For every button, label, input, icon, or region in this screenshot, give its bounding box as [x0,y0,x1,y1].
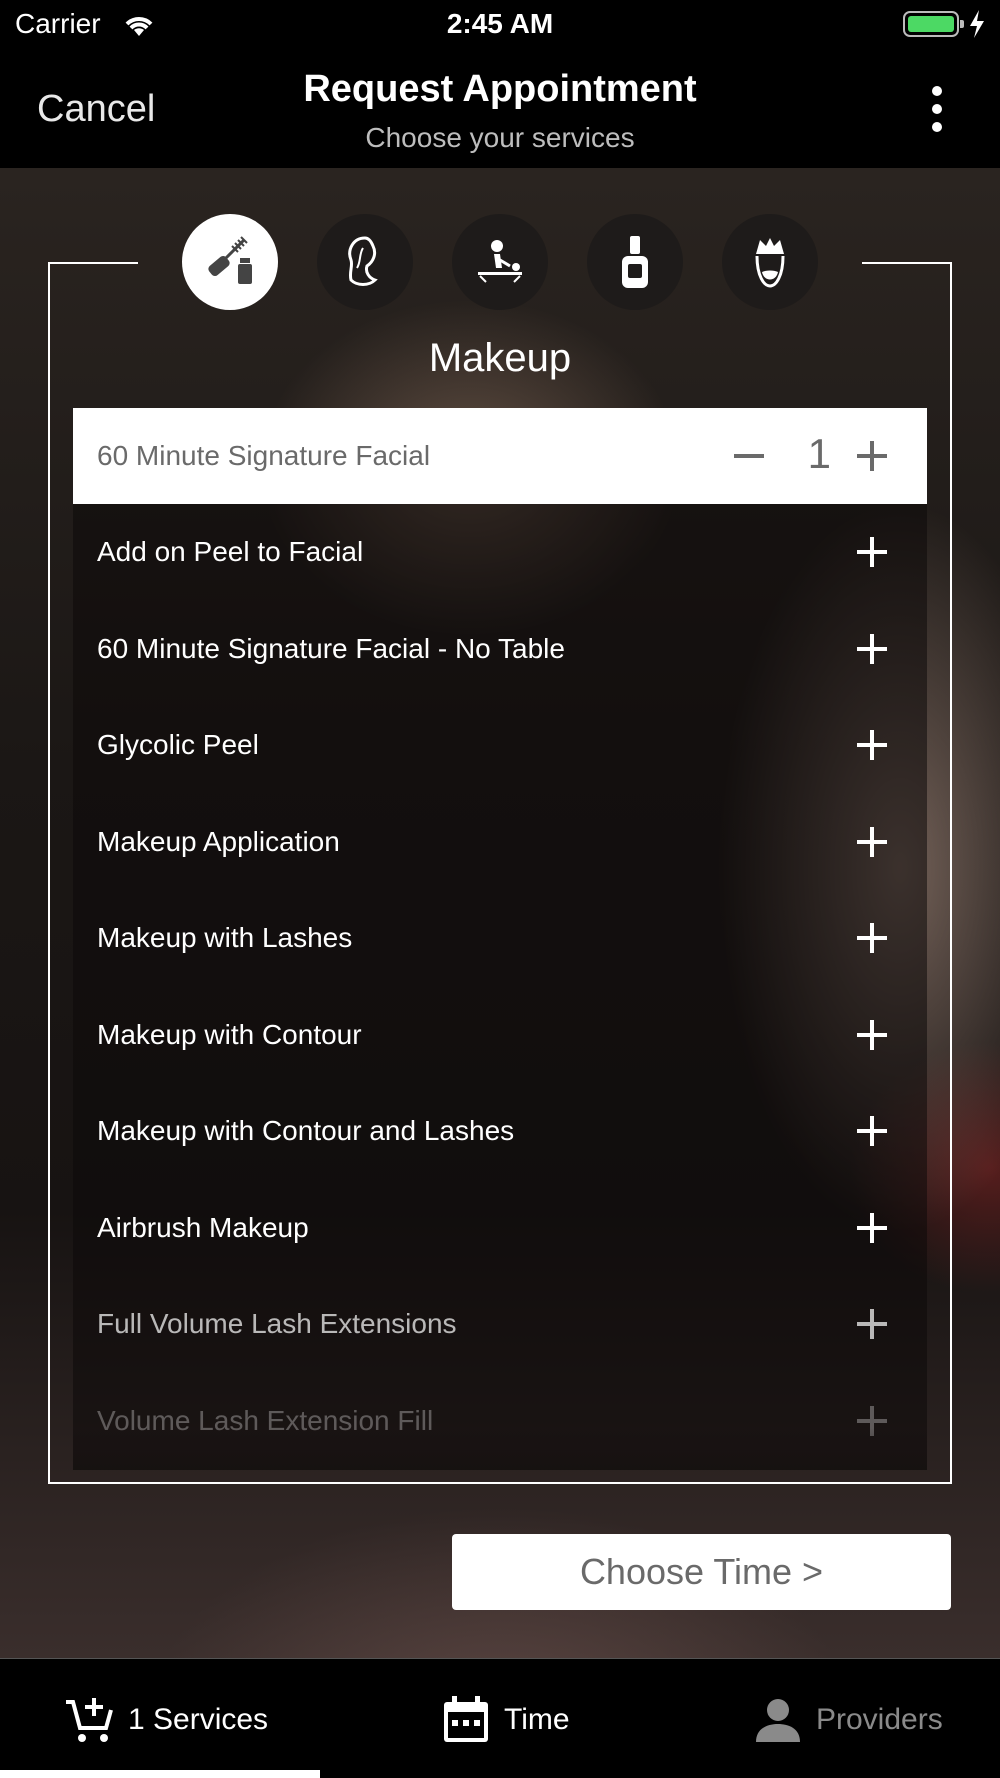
barber-icon [755,238,785,288]
tab-services-label: 1 Services [128,1703,269,1736]
massage-icon [478,240,522,283]
more-options-icon[interactable] [920,84,954,134]
service-label: Airbrush Makeup [97,1212,309,1243]
add-service-button[interactable] [857,725,897,765]
tab-bar: 1 Services Time Providers [0,1658,1000,1778]
frame-border [48,262,50,1484]
tab-providers-label: Providers [816,1703,943,1736]
service-row[interactable]: 60 Minute Signature Facial - No Table [73,601,927,697]
service-label: Full Volume Lash Extensions [97,1308,457,1339]
add-service-button[interactable] [857,1304,897,1344]
services-list[interactable]: 60 Minute Signature Facial 1 Add on Peel… [73,408,927,1470]
navigation-bar: Cancel Request Appointment Choose your s… [0,50,1000,168]
add-service-button[interactable] [857,1208,897,1248]
increase-quantity-button[interactable] [857,436,897,476]
list-fade [73,1428,927,1470]
frame-border [48,262,138,264]
tab-services[interactable]: 1 Services [64,1693,268,1747]
frame-border [48,1482,952,1484]
service-label: Makeup with Contour and Lashes [97,1115,515,1146]
frame-border [862,262,952,264]
service-row[interactable]: Glycolic Peel [73,697,927,793]
page-title: Request Appointment [303,68,697,110]
page-subtitle: Choose your services [365,122,635,153]
service-label: Add on Peel to Facial [97,536,364,567]
service-label: Makeup with Contour [97,1019,362,1050]
category-barber-button[interactable] [722,214,818,310]
service-row[interactable]: Add on Peel to Facial [73,504,927,600]
charging-icon [970,10,984,38]
service-label: Makeup Application [97,826,340,857]
add-service-button[interactable] [857,918,897,958]
service-row[interactable]: Makeup with Contour and Lashes [73,1083,927,1179]
calendar-icon [444,1696,488,1742]
category-massage-button[interactable] [452,214,548,310]
frame-border [950,262,952,1484]
active-tab-indicator [0,1770,320,1778]
service-quantity: 1 [807,430,831,477]
service-row[interactable]: Full Volume Lash Extensions [73,1276,927,1372]
tab-time-label: Time [504,1703,570,1736]
category-title: Makeup [428,336,572,380]
battery-icon [903,11,964,37]
category-nails-button[interactable] [587,214,683,310]
service-row[interactable]: Makeup Application [73,794,927,890]
add-service-button[interactable] [857,629,897,669]
service-label: 60 Minute Signature Facial - No Table [97,633,565,664]
category-makeup-button[interactable] [182,214,278,310]
mascara-icon [208,236,252,284]
add-service-button[interactable] [857,1015,897,1055]
add-service-button[interactable] [857,1111,897,1151]
add-service-button[interactable] [857,532,897,572]
tab-time[interactable]: Time [440,1693,570,1747]
service-row[interactable]: Makeup with Contour [73,987,927,1083]
tab-providers[interactable]: Providers [752,1693,943,1747]
status-time: 2:45 AM [446,8,554,39]
add-service-button[interactable] [857,822,897,862]
service-row-selected[interactable]: 60 Minute Signature Facial 1 [73,408,927,504]
nail-polish-icon [622,236,648,288]
service-label: Glycolic Peel [97,729,259,760]
hair-icon [348,236,378,286]
service-label: Makeup with Lashes [97,922,353,953]
category-hair-button[interactable] [317,214,413,310]
service-label: 60 Minute Signature Facial [97,440,431,471]
choose-time-button[interactable]: Choose Time > [452,1534,951,1610]
person-icon [756,1699,800,1742]
service-row[interactable]: Makeup with Lashes [73,890,927,986]
status-bar: Carrier 2:45 AM [0,0,1000,50]
cart-add-icon [66,1698,113,1742]
service-row[interactable]: Airbrush Makeup [73,1180,927,1276]
decrease-quantity-button[interactable] [734,436,774,476]
